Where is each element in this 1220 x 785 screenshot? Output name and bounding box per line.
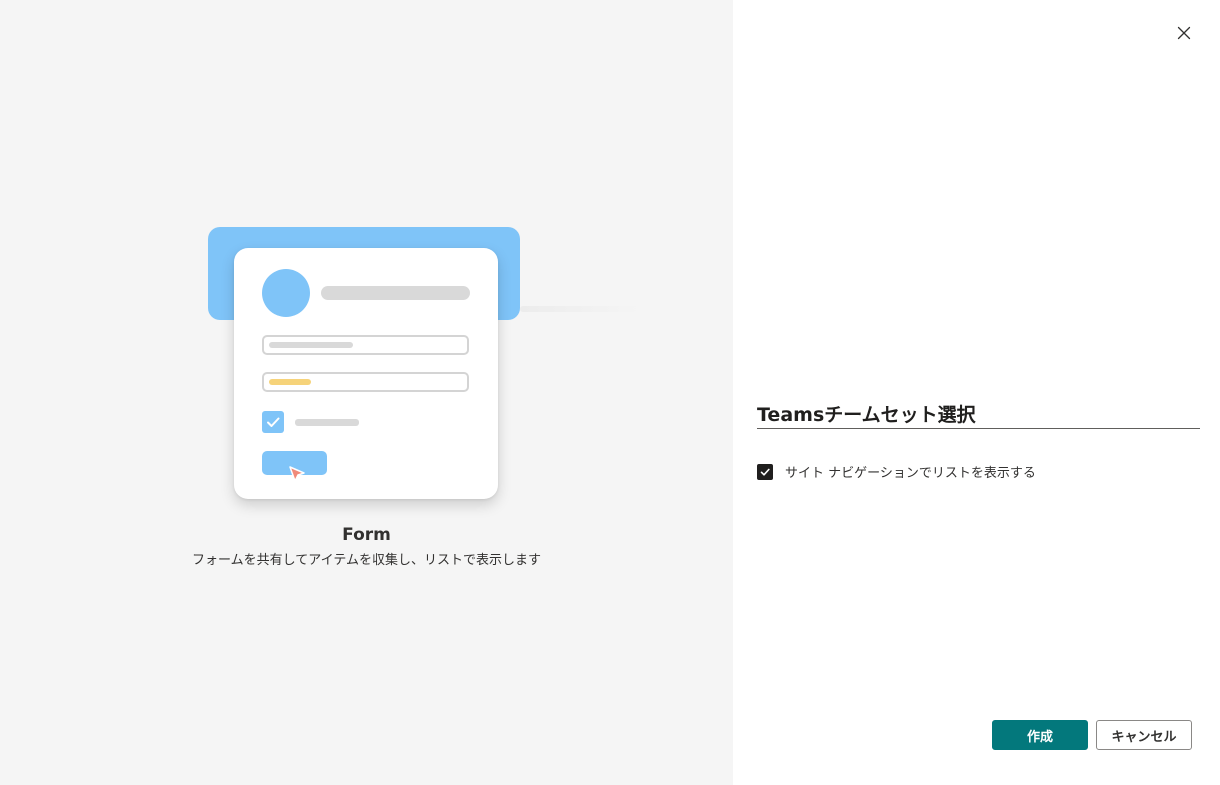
- illustration-field-1: [262, 335, 469, 355]
- illustration-checkbox: [262, 411, 284, 433]
- cancel-button[interactable]: キャンセル: [1096, 720, 1192, 750]
- template-title: Form: [342, 525, 391, 545]
- template-preview-pane: Form フォームを共有してアイテムを収集し、リストで表示します: [0, 0, 733, 785]
- illustration-fade-line: [520, 306, 640, 312]
- checkmark-icon: [267, 417, 280, 427]
- create-button[interactable]: 作成: [992, 720, 1088, 750]
- close-icon: [1177, 26, 1191, 40]
- template-description: フォームを共有してアイテムを収集し、リストで表示します: [192, 553, 541, 568]
- checkmark-icon: [760, 468, 770, 476]
- list-name-field[interactable]: [757, 398, 1200, 429]
- illustration-form-card: [234, 248, 498, 499]
- cursor-icon: [289, 466, 305, 482]
- form-template-illustration: [208, 226, 640, 516]
- list-name-input[interactable]: [757, 398, 1200, 428]
- illustration-avatar: [262, 269, 310, 317]
- close-button[interactable]: [1173, 22, 1195, 44]
- illustration-checkbox-label: [295, 419, 359, 426]
- illustration-field-2: [262, 372, 469, 392]
- show-in-nav-label: サイト ナビゲーションでリストを表示する: [785, 466, 1036, 481]
- create-form-pane: サイト ナビゲーションでリストを表示する 作成 キャンセル: [733, 0, 1220, 785]
- show-in-nav-option[interactable]: サイト ナビゲーションでリストを表示する: [757, 462, 1036, 481]
- show-in-nav-checkbox[interactable]: [757, 463, 773, 480]
- illustration-title-bar: [321, 286, 470, 300]
- create-list-dialog: Form フォームを共有してアイテムを収集し、リストで表示します サイト ナビゲ…: [0, 0, 1220, 785]
